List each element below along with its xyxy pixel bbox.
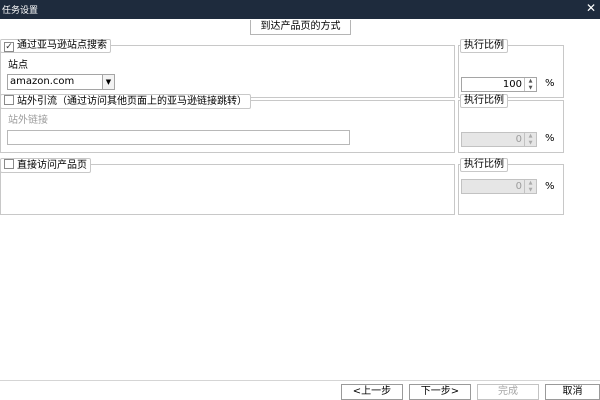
finish-button[interactable]: 完成 (477, 384, 539, 400)
checkbox-checked-icon: ✓ (4, 42, 14, 52)
prev-button[interactable]: <上一步 (341, 384, 403, 400)
ratio-spinner-1[interactable]: 100 ▲ ▼ (461, 77, 537, 92)
ratio-value-1: 100 (502, 79, 522, 90)
offsite-label: 站外引流（通过访问其他页面上的亚马逊链接跳转） (17, 96, 247, 107)
site-search-checkbox[interactable]: ✓ 通过亚马逊站点搜索 (0, 39, 111, 53)
spin-down-icon[interactable]: ▼ (525, 140, 536, 147)
site-label: 站点 (8, 60, 28, 71)
window-title: 任务设置 (2, 6, 39, 16)
ratio-unit-1: % (545, 78, 555, 89)
offsite-link-label: 站外链接 (8, 115, 48, 126)
chevron-down-icon[interactable]: ▼ (102, 75, 114, 89)
checkbox-icon (4, 159, 14, 169)
site-select-value: amazon.com (10, 76, 75, 87)
ratio-value-2: 0 (515, 134, 522, 145)
title-bar: 任务设置 ✕ (0, 0, 600, 19)
offsite-link-input[interactable] (7, 130, 350, 145)
footer-bar: <上一步 下一步> 完成 取消 (0, 380, 600, 400)
spin-down-icon[interactable]: ▼ (525, 85, 536, 92)
spin-down-icon[interactable]: ▼ (525, 187, 536, 194)
offsite-checkbox[interactable]: 站外引流（通过访问其他页面上的亚马逊链接跳转） (0, 94, 251, 109)
direct-checkbox[interactable]: 直接访问产品页 (0, 158, 91, 173)
direct-label: 直接访问产品页 (17, 160, 87, 171)
site-search-label: 通过亚马逊站点搜索 (17, 40, 107, 51)
close-icon[interactable]: ✕ (586, 1, 596, 15)
cancel-button[interactable]: 取消 (545, 384, 600, 400)
ratio-label-3: 执行比例 (460, 158, 508, 172)
section-header: 到达产品页的方式 (250, 20, 351, 35)
ratio-unit-3: % (545, 181, 555, 192)
ratio-spinner-2[interactable]: 0 ▲ ▼ (461, 132, 537, 147)
ratio-spinner-3[interactable]: 0 ▲ ▼ (461, 179, 537, 194)
next-button[interactable]: 下一步> (409, 384, 471, 400)
ratio-label-1: 执行比例 (460, 39, 508, 53)
ratio-label-2: 执行比例 (460, 94, 508, 108)
site-select[interactable]: amazon.com ▼ (7, 74, 115, 90)
ratio-unit-2: % (545, 133, 555, 144)
ratio-value-3: 0 (515, 181, 522, 192)
checkbox-icon (4, 95, 14, 105)
